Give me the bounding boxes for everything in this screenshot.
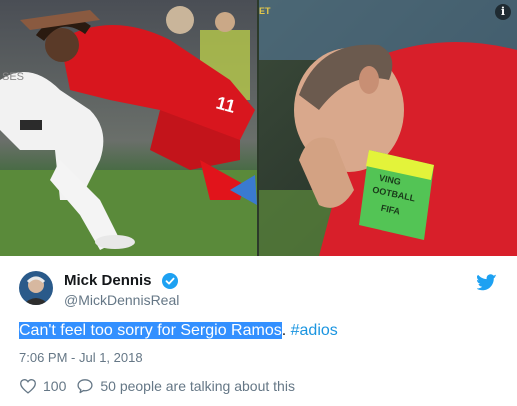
photo-ramos-crying[interactable]: VING OOTBALL FIFA ET i [259, 0, 517, 256]
photo-mark-text: ET [259, 6, 271, 16]
tweet-media[interactable]: SES 11 VING OOTBALL FIFA ET i [0, 0, 517, 256]
heart-icon[interactable] [19, 378, 37, 394]
info-icon[interactable]: i [495, 4, 511, 20]
twitter-bird-icon[interactable] [477, 274, 497, 291]
tweet-timestamp[interactable]: 7:06 PM - Jul 1, 2018 [19, 350, 143, 365]
likes-count[interactable]: 100 [43, 378, 66, 394]
conversation-link[interactable]: 50 people are talking about this [100, 378, 295, 394]
verified-badge-icon [162, 273, 178, 289]
tweet-actions: 100 50 people are talking about this [19, 376, 295, 396]
tweet-text-period: . [281, 322, 287, 339]
avatar[interactable] [19, 271, 53, 305]
author-handle[interactable]: @MickDennisReal [64, 292, 179, 308]
photo-text-ses: SES [2, 71, 24, 83]
tweet-text-selected: Can't feel too sorry for Sergio Ramos [19, 322, 282, 339]
hashtag-link[interactable]: #adios [291, 322, 338, 339]
photo-salah-ramos[interactable]: SES 11 [0, 0, 257, 256]
tweet-text: Can't feel too sorry for Sergio Ramos. #… [19, 322, 338, 340]
author-name[interactable]: Mick Dennis [64, 272, 152, 289]
speech-bubble-icon[interactable] [76, 378, 94, 394]
